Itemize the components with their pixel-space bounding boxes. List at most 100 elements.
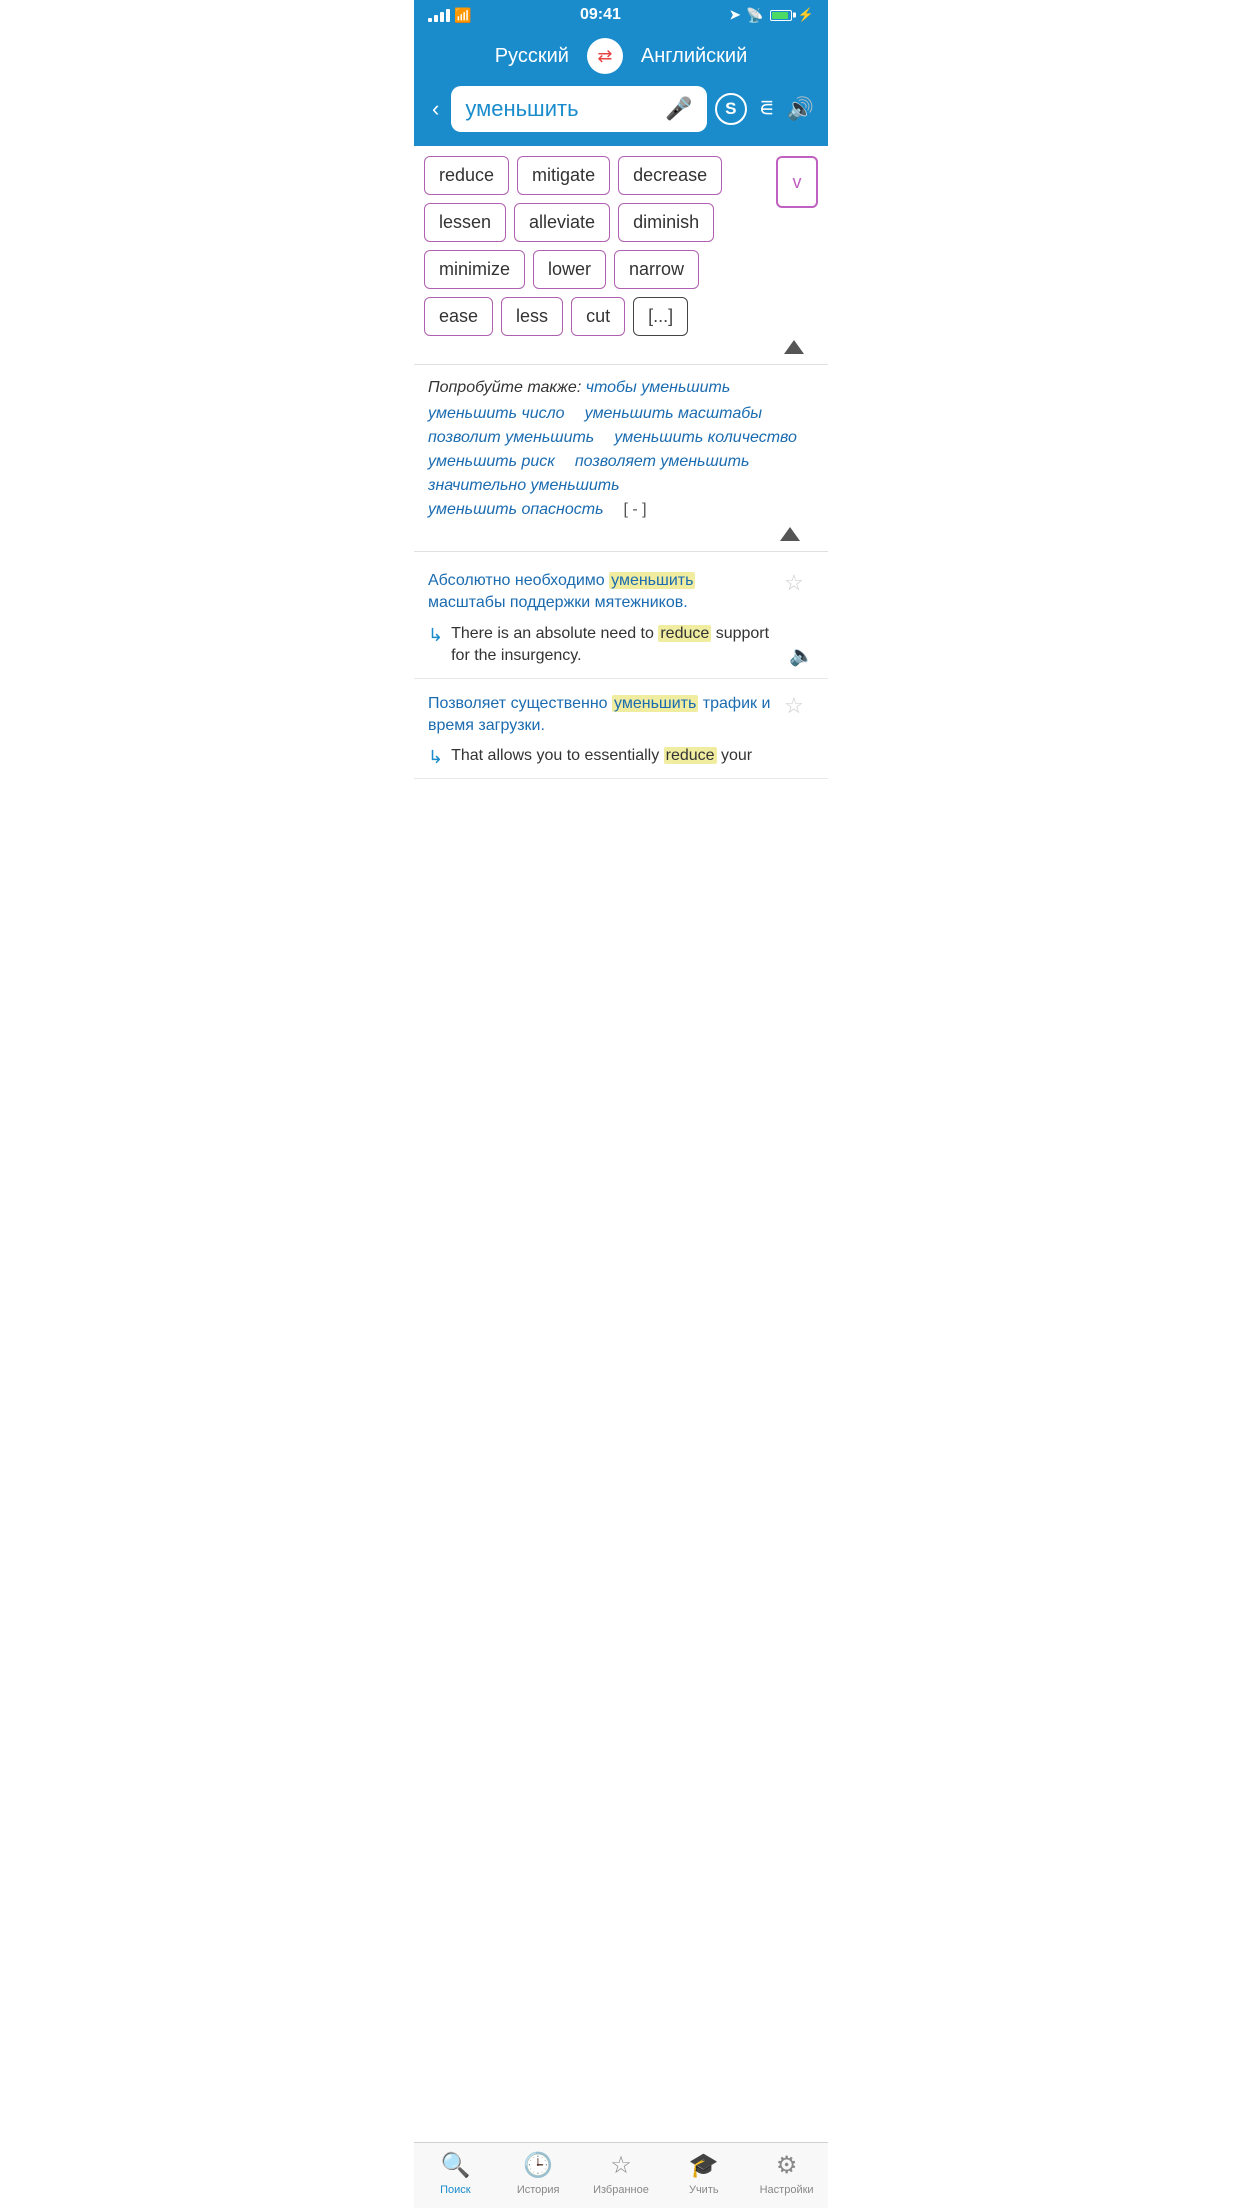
also-link-1[interactable]: уменьшить число bbox=[428, 405, 565, 423]
v-filter-button[interactable]: v bbox=[776, 156, 818, 208]
swap-languages-button[interactable]: ⇄ bbox=[587, 38, 623, 74]
header: Русский ⇄ Английский ‹ уменьшить 🎤 S ⋷ 🔊 bbox=[414, 28, 828, 146]
translations-area: reduce mitigate decrease lessen alleviat… bbox=[414, 146, 828, 365]
also-link-0[interactable]: чтобы уменьшить bbox=[586, 379, 731, 396]
search-nav-icon: 🔍 bbox=[440, 2151, 470, 2180]
example-en-row-2: ↳ That allows you to essentially reduce … bbox=[428, 745, 774, 768]
highlight-en-1: reduce bbox=[658, 625, 711, 642]
example-content-2: Позволяет существенно уменьшить трафик и… bbox=[428, 693, 774, 769]
example-right-1: ☆ 🔈 bbox=[784, 570, 814, 668]
also-try-header: Попробуйте также: чтобы уменьшить bbox=[428, 379, 814, 397]
learn-nav-icon: 🎓 bbox=[689, 2151, 719, 2180]
status-bar: 📶 09:41 ➤ 📡 ⚡ bbox=[414, 0, 828, 28]
status-left: 📶 bbox=[428, 7, 471, 24]
favorites-nav-label: Избранное bbox=[593, 2184, 649, 2196]
translation-tag-ease[interactable]: ease bbox=[424, 297, 493, 336]
swap-icon: ⇄ bbox=[597, 46, 612, 67]
also-link-7[interactable]: значительно уменьшить bbox=[428, 477, 620, 495]
nav-learn[interactable]: 🎓 Учить bbox=[674, 2151, 734, 2196]
charge-icon: ⚡ bbox=[798, 7, 814, 23]
favorite-button-2[interactable]: ☆ bbox=[784, 693, 804, 719]
header-action-icons: S ⋷ 🔊 bbox=[715, 93, 814, 125]
translation-tag-minimize[interactable]: minimize bbox=[424, 250, 525, 289]
history-nav-label: История bbox=[517, 2184, 560, 2196]
settings-nav-icon: ⚙ bbox=[776, 2151, 798, 2180]
collapse-also-icon[interactable] bbox=[780, 527, 800, 541]
favorite-button-1[interactable]: ☆ bbox=[784, 570, 804, 596]
target-language[interactable]: Английский bbox=[641, 45, 747, 68]
also-try-label: Попробуйте также: bbox=[428, 379, 586, 396]
example-ru-1: Абсолютно необходимо уменьшить масштабы … bbox=[428, 570, 774, 615]
example-ru-2: Позволяет существенно уменьшить трафик и… bbox=[428, 693, 774, 738]
translation-tag-decrease[interactable]: decrease bbox=[618, 156, 722, 195]
examples-area: Абсолютно необходимо уменьшить масштабы … bbox=[414, 552, 828, 783]
battery-fill bbox=[772, 12, 788, 19]
bottom-navigation: 🔍 Поиск 🕒 История ☆ Избранное 🎓 Учить ⚙ … bbox=[414, 2142, 828, 2208]
signal-icon bbox=[428, 9, 450, 22]
collapse-also-row bbox=[428, 519, 814, 545]
battery-container bbox=[770, 10, 792, 21]
example-en-2: That allows you to essentially reduce yo… bbox=[451, 745, 752, 767]
favorites-nav-icon: ☆ bbox=[610, 2151, 632, 2180]
collapse-also-button[interactable]: [ - ] bbox=[624, 501, 647, 519]
collapse-translations-button[interactable] bbox=[424, 336, 818, 360]
example-en-1: There is an absolute need to reduce supp… bbox=[451, 623, 774, 668]
translations-grid: reduce mitigate decrease lessen alleviat… bbox=[424, 156, 818, 336]
location-icon: ➤ bbox=[729, 7, 740, 23]
highlight-2: уменьшить bbox=[612, 695, 698, 712]
example-en-row-1: ↳ There is an absolute need to reduce su… bbox=[428, 623, 774, 668]
also-link-3[interactable]: позволит уменьшить bbox=[428, 429, 594, 447]
arrow-icon-1: ↳ bbox=[428, 625, 443, 646]
translation-tag-alleviate[interactable]: alleviate bbox=[514, 203, 610, 242]
microphone-icon[interactable]: 🎤 bbox=[665, 96, 692, 122]
search-input[interactable]: уменьшить bbox=[465, 96, 578, 122]
translation-tag-lower[interactable]: lower bbox=[533, 250, 606, 289]
search-row: ‹ уменьшить 🎤 S ⋷ 🔊 bbox=[428, 86, 814, 132]
status-right: ➤ 📡 ⚡ bbox=[729, 7, 814, 24]
nav-history[interactable]: 🕒 История bbox=[508, 2151, 568, 2196]
history-nav-icon: 🕒 bbox=[523, 2151, 553, 2180]
also-link-8[interactable]: уменьшить опасность bbox=[428, 501, 604, 519]
nav-settings[interactable]: ⚙ Настройки bbox=[757, 2151, 817, 2196]
example-content-1: Абсолютно необходимо уменьшить масштабы … bbox=[428, 570, 774, 668]
search-nav-label: Поиск bbox=[440, 2184, 470, 2196]
nav-search[interactable]: 🔍 Поиск bbox=[425, 2151, 485, 2196]
source-language[interactable]: Русский bbox=[495, 45, 569, 68]
bluetooth-icon: 📡 bbox=[746, 7, 763, 24]
collapse-icon bbox=[784, 340, 804, 354]
highlight-en-2: reduce bbox=[664, 747, 717, 764]
translation-tag-cut[interactable]: cut bbox=[571, 297, 625, 336]
also-try-section: Попробуйте также: чтобы уменьшить уменьш… bbox=[414, 365, 828, 552]
speaker-button-1[interactable]: 🔈 bbox=[789, 643, 814, 668]
s-button[interactable]: S bbox=[715, 93, 747, 125]
nav-favorites[interactable]: ☆ Избранное bbox=[591, 2151, 651, 2196]
status-time: 09:41 bbox=[580, 6, 621, 24]
also-link-6[interactable]: позволяет уменьшить bbox=[575, 453, 750, 471]
also-link-4[interactable]: уменьшить количество bbox=[614, 429, 797, 447]
language-selector-row: Русский ⇄ Английский bbox=[428, 38, 814, 74]
translation-tag-reduce[interactable]: reduce bbox=[424, 156, 509, 195]
translation-tag-mitigate[interactable]: mitigate bbox=[517, 156, 610, 195]
speaker-icon[interactable]: 🔊 bbox=[787, 96, 814, 122]
translation-tag-diminish[interactable]: diminish bbox=[618, 203, 714, 242]
highlight-1: уменьшить bbox=[609, 572, 695, 589]
also-link-2[interactable]: уменьшить масштабы bbox=[585, 405, 762, 423]
also-try-links: уменьшить число уменьшить масштабы позво… bbox=[428, 405, 814, 519]
grid-icon[interactable]: ⋷ bbox=[759, 96, 775, 122]
learn-nav-label: Учить bbox=[689, 2184, 719, 2196]
battery-icon bbox=[770, 10, 792, 21]
translation-tag-less[interactable]: less bbox=[501, 297, 563, 336]
also-link-5[interactable]: уменьшить риск bbox=[428, 453, 555, 471]
settings-nav-label: Настройки bbox=[760, 2184, 814, 2196]
example-item-2: Позволяет существенно уменьшить трафик и… bbox=[414, 679, 828, 780]
back-button[interactable]: ‹ bbox=[428, 92, 443, 126]
search-box[interactable]: уменьшить 🎤 bbox=[451, 86, 706, 132]
arrow-icon-2: ↳ bbox=[428, 747, 443, 768]
translation-tag-more[interactable]: [...] bbox=[633, 297, 688, 336]
main-content: reduce mitigate decrease lessen alleviat… bbox=[414, 146, 828, 853]
example-right-2: ☆ bbox=[784, 693, 814, 769]
translation-tag-narrow[interactable]: narrow bbox=[614, 250, 699, 289]
wifi-icon: 📶 bbox=[454, 7, 471, 24]
translation-tag-lessen[interactable]: lessen bbox=[424, 203, 506, 242]
example-item-1: Абсолютно необходимо уменьшить масштабы … bbox=[414, 556, 828, 679]
